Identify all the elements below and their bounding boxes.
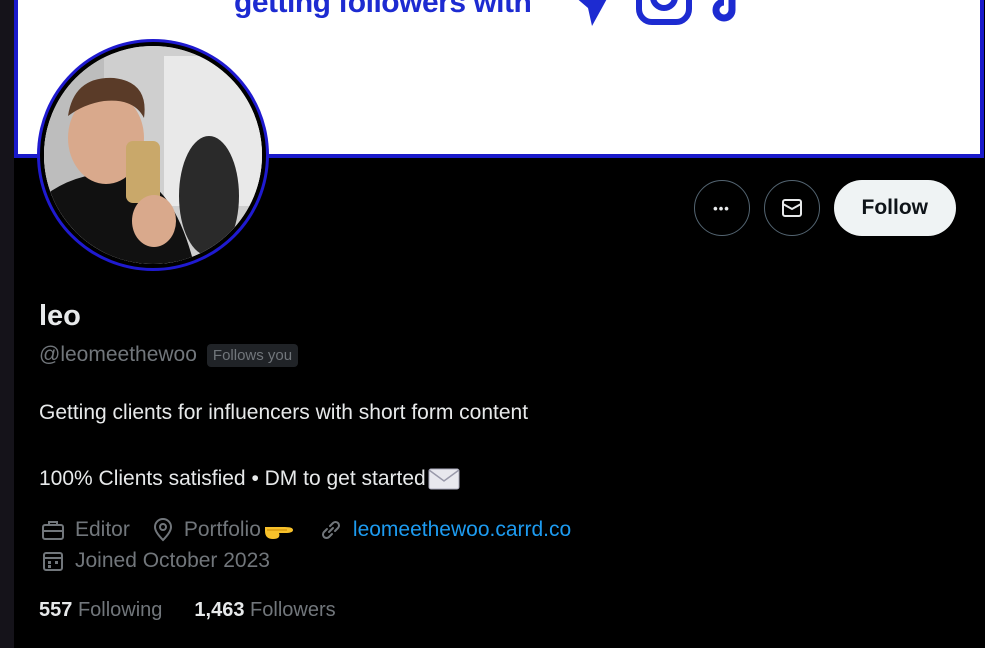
tiktok-icon xyxy=(710,0,750,26)
more-button[interactable]: ••• xyxy=(693,180,750,236)
pointing-hand-emoji-icon xyxy=(263,519,297,541)
website-item[interactable]: leomeethewoo.carrd.co xyxy=(319,518,571,542)
followers-label: Followers xyxy=(250,599,336,621)
envelope-emoji-icon xyxy=(428,468,460,490)
followers-count: 1,463 xyxy=(194,599,245,621)
briefcase-icon xyxy=(41,519,65,541)
website-link[interactable]: leomeethewoo.carrd.co xyxy=(353,518,571,542)
follows-you-badge: Follows you xyxy=(206,343,299,367)
profile-actions: ••• Follow xyxy=(693,180,956,236)
bio-line-1: Getting clients for influencers with sho… xyxy=(39,401,529,424)
follow-stats: 557 Following 1,463 Followers xyxy=(39,599,336,622)
message-button[interactable] xyxy=(763,180,820,236)
user-handle: @leomeethewoo xyxy=(39,343,197,366)
following-stat[interactable]: 557 Following xyxy=(39,599,162,622)
instagram-icon xyxy=(636,0,692,26)
category-item: Editor xyxy=(41,518,130,542)
handle-row: @leomeethewoo Follows you xyxy=(39,343,299,367)
more-icon: ••• xyxy=(713,200,730,216)
profile-meta-row-1: Editor Portfolio leomeethewoo.carrd.co xyxy=(41,518,593,542)
paper-plane-icon xyxy=(570,0,618,26)
following-label: Following xyxy=(77,599,163,621)
calendar-icon xyxy=(41,549,65,573)
profile-meta-row-2: Joined October 2023 xyxy=(41,549,292,573)
display-name: leo xyxy=(39,300,81,332)
joined-label: Joined October 2023 xyxy=(75,549,270,572)
link-icon xyxy=(319,519,343,541)
left-edge-strip xyxy=(0,0,14,648)
avatar[interactable] xyxy=(40,42,266,268)
follow-button[interactable]: Follow xyxy=(833,180,956,236)
followers-stat[interactable]: 1,463 Followers xyxy=(194,599,335,622)
following-count: 557 xyxy=(39,599,73,621)
bio-line-2: 100% Clients satisfied • DM to get start… xyxy=(39,467,426,490)
banner-text: getting followers with xyxy=(234,0,532,19)
joined-item: Joined October 2023 xyxy=(41,549,270,573)
avatar-photo xyxy=(44,46,262,264)
category-label: Editor xyxy=(75,518,130,541)
location-item: Portfolio xyxy=(152,518,297,542)
bio-line-2-row: 100% Clients satisfied • DM to get start… xyxy=(39,466,460,492)
mail-icon xyxy=(780,196,804,220)
banner-icons xyxy=(570,0,750,26)
location-label: Portfolio xyxy=(183,518,261,541)
location-pin-icon xyxy=(152,518,174,542)
